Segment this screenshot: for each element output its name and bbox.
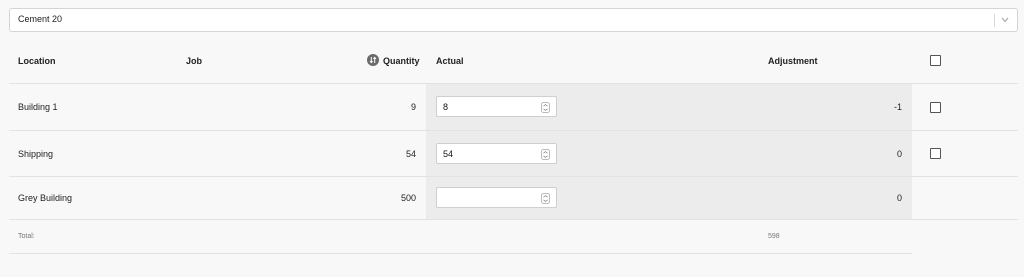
row-quantity: 500 xyxy=(400,193,416,203)
total-label: Total: xyxy=(18,233,35,240)
total-divider xyxy=(9,253,912,254)
actual-input[interactable]: 54 xyxy=(436,143,557,164)
product-select[interactable]: Cement 20 xyxy=(9,8,1018,32)
product-select-value: Cement 20 xyxy=(18,14,63,24)
row-divider xyxy=(9,130,1018,131)
column-header-location: Location xyxy=(18,56,56,66)
row-location: Grey Building xyxy=(18,193,73,203)
actual-input-value: 8 xyxy=(443,102,449,112)
select-all-checkbox[interactable] xyxy=(930,55,941,66)
row-location: Shipping xyxy=(18,149,54,159)
select-separator xyxy=(994,14,995,27)
row-checkbox[interactable] xyxy=(930,148,941,159)
chevron-down-icon[interactable] xyxy=(999,13,1011,27)
actual-input[interactable] xyxy=(436,187,557,208)
stepper-icon[interactable] xyxy=(541,193,550,204)
row-adjustment: 0 xyxy=(896,149,902,159)
row-adjustment: -1 xyxy=(893,102,902,112)
actual-input-value: 54 xyxy=(443,149,454,159)
column-header-job: Job xyxy=(186,56,203,66)
column-header-adjustment: Adjustment xyxy=(768,56,818,66)
total-value: 598 xyxy=(768,233,780,240)
stepper-icon[interactable] xyxy=(541,102,550,113)
row-adjustment: 0 xyxy=(896,193,902,203)
row-quantity: 54 xyxy=(405,149,416,159)
column-header-actual: Actual xyxy=(436,56,464,66)
row-quantity: 9 xyxy=(410,102,416,112)
stepper-icon[interactable] xyxy=(541,149,550,160)
row-divider xyxy=(9,176,1018,177)
row-checkbox[interactable] xyxy=(930,102,941,113)
actual-input[interactable]: 8 xyxy=(436,96,557,117)
column-header-quantity: Quantity xyxy=(383,56,420,66)
sort-icon[interactable] xyxy=(367,54,379,66)
row-divider xyxy=(9,219,1018,220)
row-location: Building 1 xyxy=(18,102,58,112)
